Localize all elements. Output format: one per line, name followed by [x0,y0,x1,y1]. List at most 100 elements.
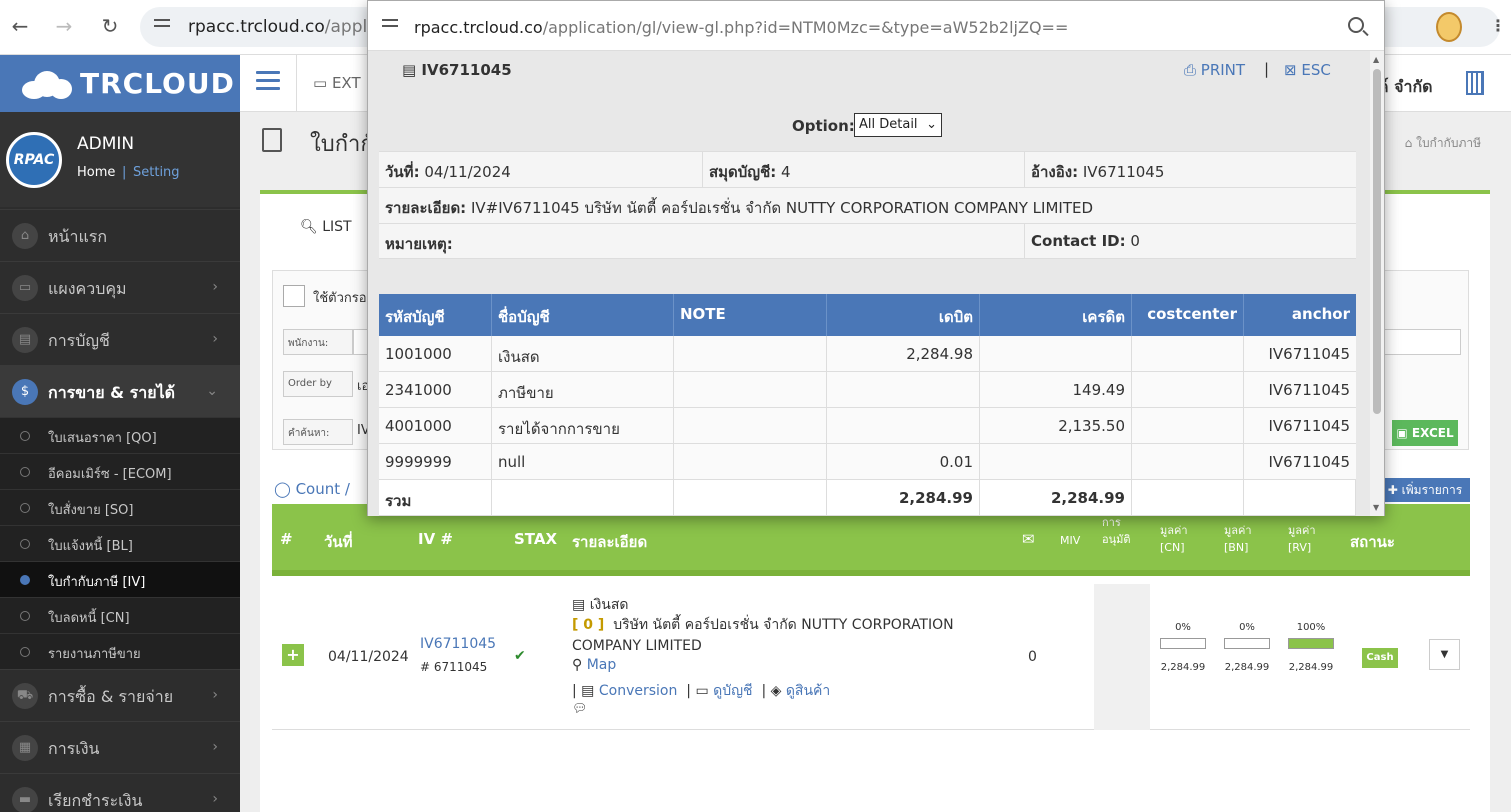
ext-label: EXT [331,74,361,92]
col-miv: MIV [1060,534,1081,547]
comment-icon[interactable]: 💬︎ [572,701,587,715]
total-empty [1244,480,1356,516]
site-settings-icon[interactable] [154,19,170,33]
monitor-icon: ▭ [695,683,714,699]
menu-accounting[interactable]: ▤ การบัญชี › [0,313,240,365]
address-text: rpacc.trcloud.co/applic [188,17,382,37]
esc-label: ESC [1301,61,1331,79]
print-button[interactable]: ⎙ PRINT [1184,61,1245,79]
book-icon: ▤ [12,327,38,353]
gl-cell-note [674,372,827,408]
excel-button[interactable]: ▣ EXCEL [1392,420,1458,446]
submenu-cn[interactable]: ใบลดหนี้ [CN] [0,597,240,633]
col-iv[interactable]: IV # [418,530,453,548]
setting-link[interactable]: Setting [133,165,180,180]
page-title: ใบกำกั [310,132,374,157]
filter-checkbox[interactable] [283,285,305,307]
table-row: + 04/11/2024 IV6711045 # 6711045 ✔ ▤ เงิ… [272,584,1470,730]
forward-icon[interactable]: → [52,14,76,38]
col-rv: มูลค่า [RV] [1288,524,1316,554]
gl-cell-note [674,444,827,480]
filter-check-label: ใช้ตัวกรอง [313,291,373,306]
site-settings-icon[interactable] [382,19,398,33]
submenu-label: อีคอมเมิร์ซ - [ECOM] [48,467,172,482]
col-detail[interactable]: รายละเอียด [572,530,647,554]
reload-icon[interactable]: ↻ [98,14,122,38]
esc-button[interactable]: ⊠ ESC [1284,61,1331,79]
scroll-down-icon[interactable]: ▼ [1373,503,1379,512]
spinner-icon: ◯ [274,480,296,498]
add-item-button[interactable]: ✚ เพิ่มรายการ [1380,478,1470,502]
bn-amount: 2,284.99 [1224,662,1270,673]
view-goods-link[interactable]: ดูสินค้า [786,683,830,699]
gl-cell-cc [1132,336,1244,372]
col-num: # [280,530,293,548]
home-link[interactable]: Home [77,165,115,180]
submenu-iv[interactable]: ใบกำกับภาษี [IV] [0,561,240,597]
menu-purchase[interactable]: ⛟ การซื้อ & รายจ่าย › [0,669,240,721]
add-label: เพิ่มรายการ [1401,483,1463,497]
filter-field[interactable] [1383,329,1461,355]
row-action-dropdown[interactable]: ▼ [1429,639,1460,670]
submenu-sales-tax-report[interactable]: รายงานภาษีขาย [0,633,240,669]
cn-progress-bar [1160,638,1206,649]
user-name: ADMIN [77,134,135,154]
col-stax[interactable]: STAX [514,530,557,548]
option-select[interactable]: All Detail ⌄ [854,113,942,137]
menu-sales[interactable]: $ การขาย & รายได้ ⌄ [0,365,240,417]
gl-cell-code: 9999999 [379,444,492,480]
hamburger-menu-icon[interactable] [256,71,280,93]
submenu-label: ใบแจ้งหนี้ [BL] [48,539,133,554]
menu-billing[interactable]: ▬ เรียกชำระเงิน › [0,773,240,812]
col-anchor: anchor [1291,305,1350,323]
chevron-down-icon: ⌄ [206,383,218,399]
scroll-up-icon[interactable]: ▲ [1373,55,1379,64]
submenu-bl[interactable]: ใบแจ้งหนี้ [BL] [0,525,240,561]
submenu-dot [20,503,30,513]
browser-menu-icon[interactable]: ⋮ [1490,16,1506,35]
map-link[interactable]: Map [587,657,617,673]
submenu-qo[interactable]: ใบเสนอราคา [QO] [0,417,240,453]
gl-cell-name: เงินสด [492,336,674,372]
conversion-link[interactable]: Conversion [599,683,678,699]
scroll-thumb[interactable] [1373,69,1381,414]
gl-cell-cc [1132,408,1244,444]
total-credit: 2,284.99 [980,480,1132,516]
submenu-label: รายงานภาษีขาย [48,647,141,662]
hash-icon: # [420,660,434,674]
profile-avatar-icon[interactable] [1436,12,1462,42]
menu-finance[interactable]: ▦ การเงิน › [0,721,240,773]
col-approve: การ อนุมัติ [1102,516,1131,546]
logo-bar: TRCLOUD [0,55,240,112]
col-status: สถานะ [1350,533,1395,551]
home-icon: ⌂ [12,223,38,249]
breadcrumb[interactable]: ⌂ ใบกำกับภาษี [1405,134,1481,153]
submenu-so[interactable]: ใบสั่งขาย [SO] [0,489,240,525]
popup-scrollbar[interactable]: ▲ ▼ [1370,51,1384,516]
building-icon[interactable] [1466,71,1484,95]
menu-home[interactable]: ⌂ หน้าแรก [0,209,240,261]
calendar-icon: ▦ [12,735,38,761]
gl-cell-anchor: IV6711045 [1268,381,1351,399]
document-number-text: IV6711045 [421,61,512,79]
avatar: RPAC [6,132,62,188]
row-iv-link[interactable]: IV6711045 [420,636,496,652]
tab-label: LIST [322,219,352,235]
col-date[interactable]: วันที่ [324,530,353,554]
gl-cell-credit: 149.49 [980,372,1132,408]
zoom-icon[interactable] [1348,17,1364,33]
col-cn: มูลค่า [CN] [1160,524,1188,554]
gl-cell-code: 2341000 [379,372,492,408]
view-account-link[interactable]: ดูบัญชี [713,683,752,699]
search-icon: 🔍︎ [300,219,323,235]
popup-address-bar[interactable]: rpacc.trcloud.co/application/gl/view-gl.… [368,1,1384,51]
total-empty [1132,480,1244,516]
submenu-ecom[interactable]: อีคอมเมิร์ซ - [ECOM] [0,453,240,489]
expand-row-button[interactable]: + [282,644,304,666]
menu-dashboard[interactable]: ▭ แผงควบคุม › [0,261,240,313]
back-icon[interactable]: ← [8,14,32,38]
submenu-dot [20,431,30,441]
user-profile: RPAC ADMIN Home | Setting [0,112,240,207]
count-link[interactable]: ◯ Count / [274,480,350,498]
gl-cell-anchor: IV6711045 [1268,453,1351,471]
